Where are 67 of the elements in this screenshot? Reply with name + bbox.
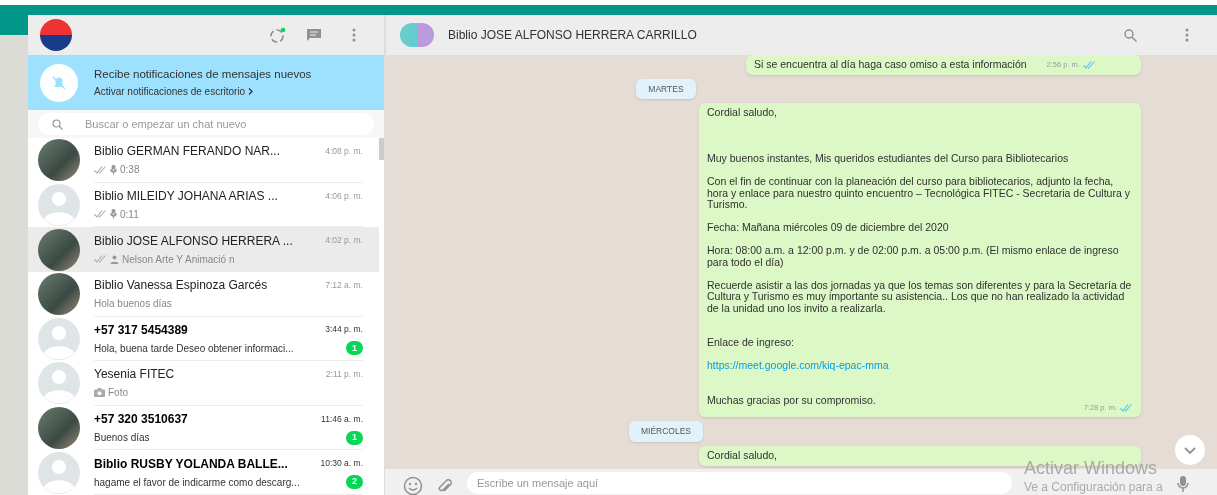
unread-count: 1 [346,430,363,445]
chat-time: 3:44 p. m. [325,323,363,337]
emoji-icon[interactable] [403,476,423,495]
camera-icon [94,388,105,398]
message-text: Muy buenos instantes, Mis queridos estudiantes del Curso para Bibliotecarios [707,153,1070,165]
microphone-icon[interactable] [1177,476,1189,492]
message-preview: Nelson Arte Y Animació n [122,252,236,267]
message-preview: 0:38 [120,163,141,178]
date-divider: MIÉRCOLES [628,421,704,442]
search-icon[interactable] [1124,28,1137,42]
contact-name: Biblio JOSE ALFONSO HERRERA ... [94,232,294,250]
chat-time: 7:12 a. m. [325,278,363,292]
message-preview: Hola buenos días [94,297,173,312]
contact-name: +57 317 5454389 [94,321,189,339]
person-icon [110,254,119,264]
message-text: Hora: 08:00 a.m. a 12:00 p.m. y de 02:00 p.m. a 05:00 p.m. (El mismo enlace de ingreso para todo el día) [707,245,1120,269]
message-input[interactable]: Escribe un mensaje aquí [467,472,1012,494]
chevron-icon [248,87,254,95]
chat-time: 4:06 p. m. [325,189,363,203]
message-text: Cordial saludo, [707,107,779,119]
scrollbar-thumb[interactable] [379,138,384,160]
message-text: Si se encuentra al día haga caso omiso a esta información [754,59,1027,71]
contact-name: +57 320 3510637 [94,411,189,429]
chat-time: 4:08 p. m. [325,144,363,158]
microphone-icon [110,164,117,175]
chat-time: 10:30 a. m. [320,457,363,471]
date-divider: MARTES [636,78,696,100]
search-icon [52,118,63,130]
chat-list-item[interactable]: Biblio JOSE ALFONSO HERRERA ... 4:02 p. m. Nelson Arte Y Animació n [28,227,379,272]
profile-avatar[interactable] [40,19,72,51]
chat-title: Biblio JOSE ALFONSO HERRERA CARRILLO [448,27,698,44]
search-field[interactable]: Buscar o empezar un chat nuevo [38,113,374,135]
message-text: Recuerde asistir a las dos jornadas ya que los temas son diferentes y para la Secretaría de Cultura y Turismo es muy importante su asistencia.. Los que no han realizado la actividad de la unidad uno los invito a realizarla. [707,279,1133,315]
activation-notice-text: Ve a Configuración para a [1024,479,1163,495]
unread-count: 1 [346,341,363,356]
message-text: Cordial saludo, [707,450,779,462]
message-input-text[interactable]: Escribe un mensaje aquí [477,474,1002,492]
new-chat-icon[interactable] [306,28,322,42]
enable-notifications-link[interactable]: Activar notificaciones de escritorio [94,83,246,99]
unread-count: 2 [346,475,363,490]
message-preview: Buenos días [94,431,151,446]
contact-name: Biblio RUSBY YOLANDA BALLE... [94,455,289,473]
message-text: Enlace de ingreso: [707,337,795,349]
notification-title: Recibe notificaciones de mensajes nuevos [94,67,312,83]
message-preview: Hola, buena tarde Deseo obtener informaci... [94,341,295,356]
chat-time: 2:11 p. m. [325,368,363,381]
message-text: Fecha: Mañana miércoles 09 de diciembre del 2020 [707,222,950,234]
chat-time: 11:46 a. m. [321,412,363,426]
muted-bell-icon [40,63,78,102]
contact-name: Yesenia FITEC [94,366,176,384]
contact-name: Biblio MILEIDY JOHANA ARIAS ... [94,187,279,205]
menu-icon[interactable] [352,28,356,42]
chat-time: 4:02 p. m. [325,234,363,247]
menu-icon[interactable] [1185,28,1189,42]
activation-notice-title: Activar Windows [1024,458,1159,478]
notification-banner[interactable]: Recibe notificaciones de mensajes nuevos Activar notificaciones de escritorio [28,55,384,110]
contact-name: Biblio GERMAN FERANDO NAR... [94,143,282,161]
status-icon[interactable] [269,26,286,44]
message-preview: Foto [108,386,129,401]
microphone-icon [110,209,117,220]
contact-avatar-photo-placeholder[interactable] [400,23,434,47]
message-text: Con el fin de continuar con la planeación del curso para bibliotecarios, adjunto la fecha, hora y enlace para nuestro quinto encuentro – Tecnológica FITEC - Secretaria de Cultura y Turismo. [707,176,1131,211]
message-text: Muchas gracias por su compromiso. [707,394,877,407]
scroll-down-button[interactable] [1175,435,1205,465]
message-preview: hagame el favor de indicarme como descarg... [94,475,301,490]
message-preview: 0:11 [120,207,140,222]
contact-name: Biblio Vanessa Espinoza Garcés [94,277,269,295]
